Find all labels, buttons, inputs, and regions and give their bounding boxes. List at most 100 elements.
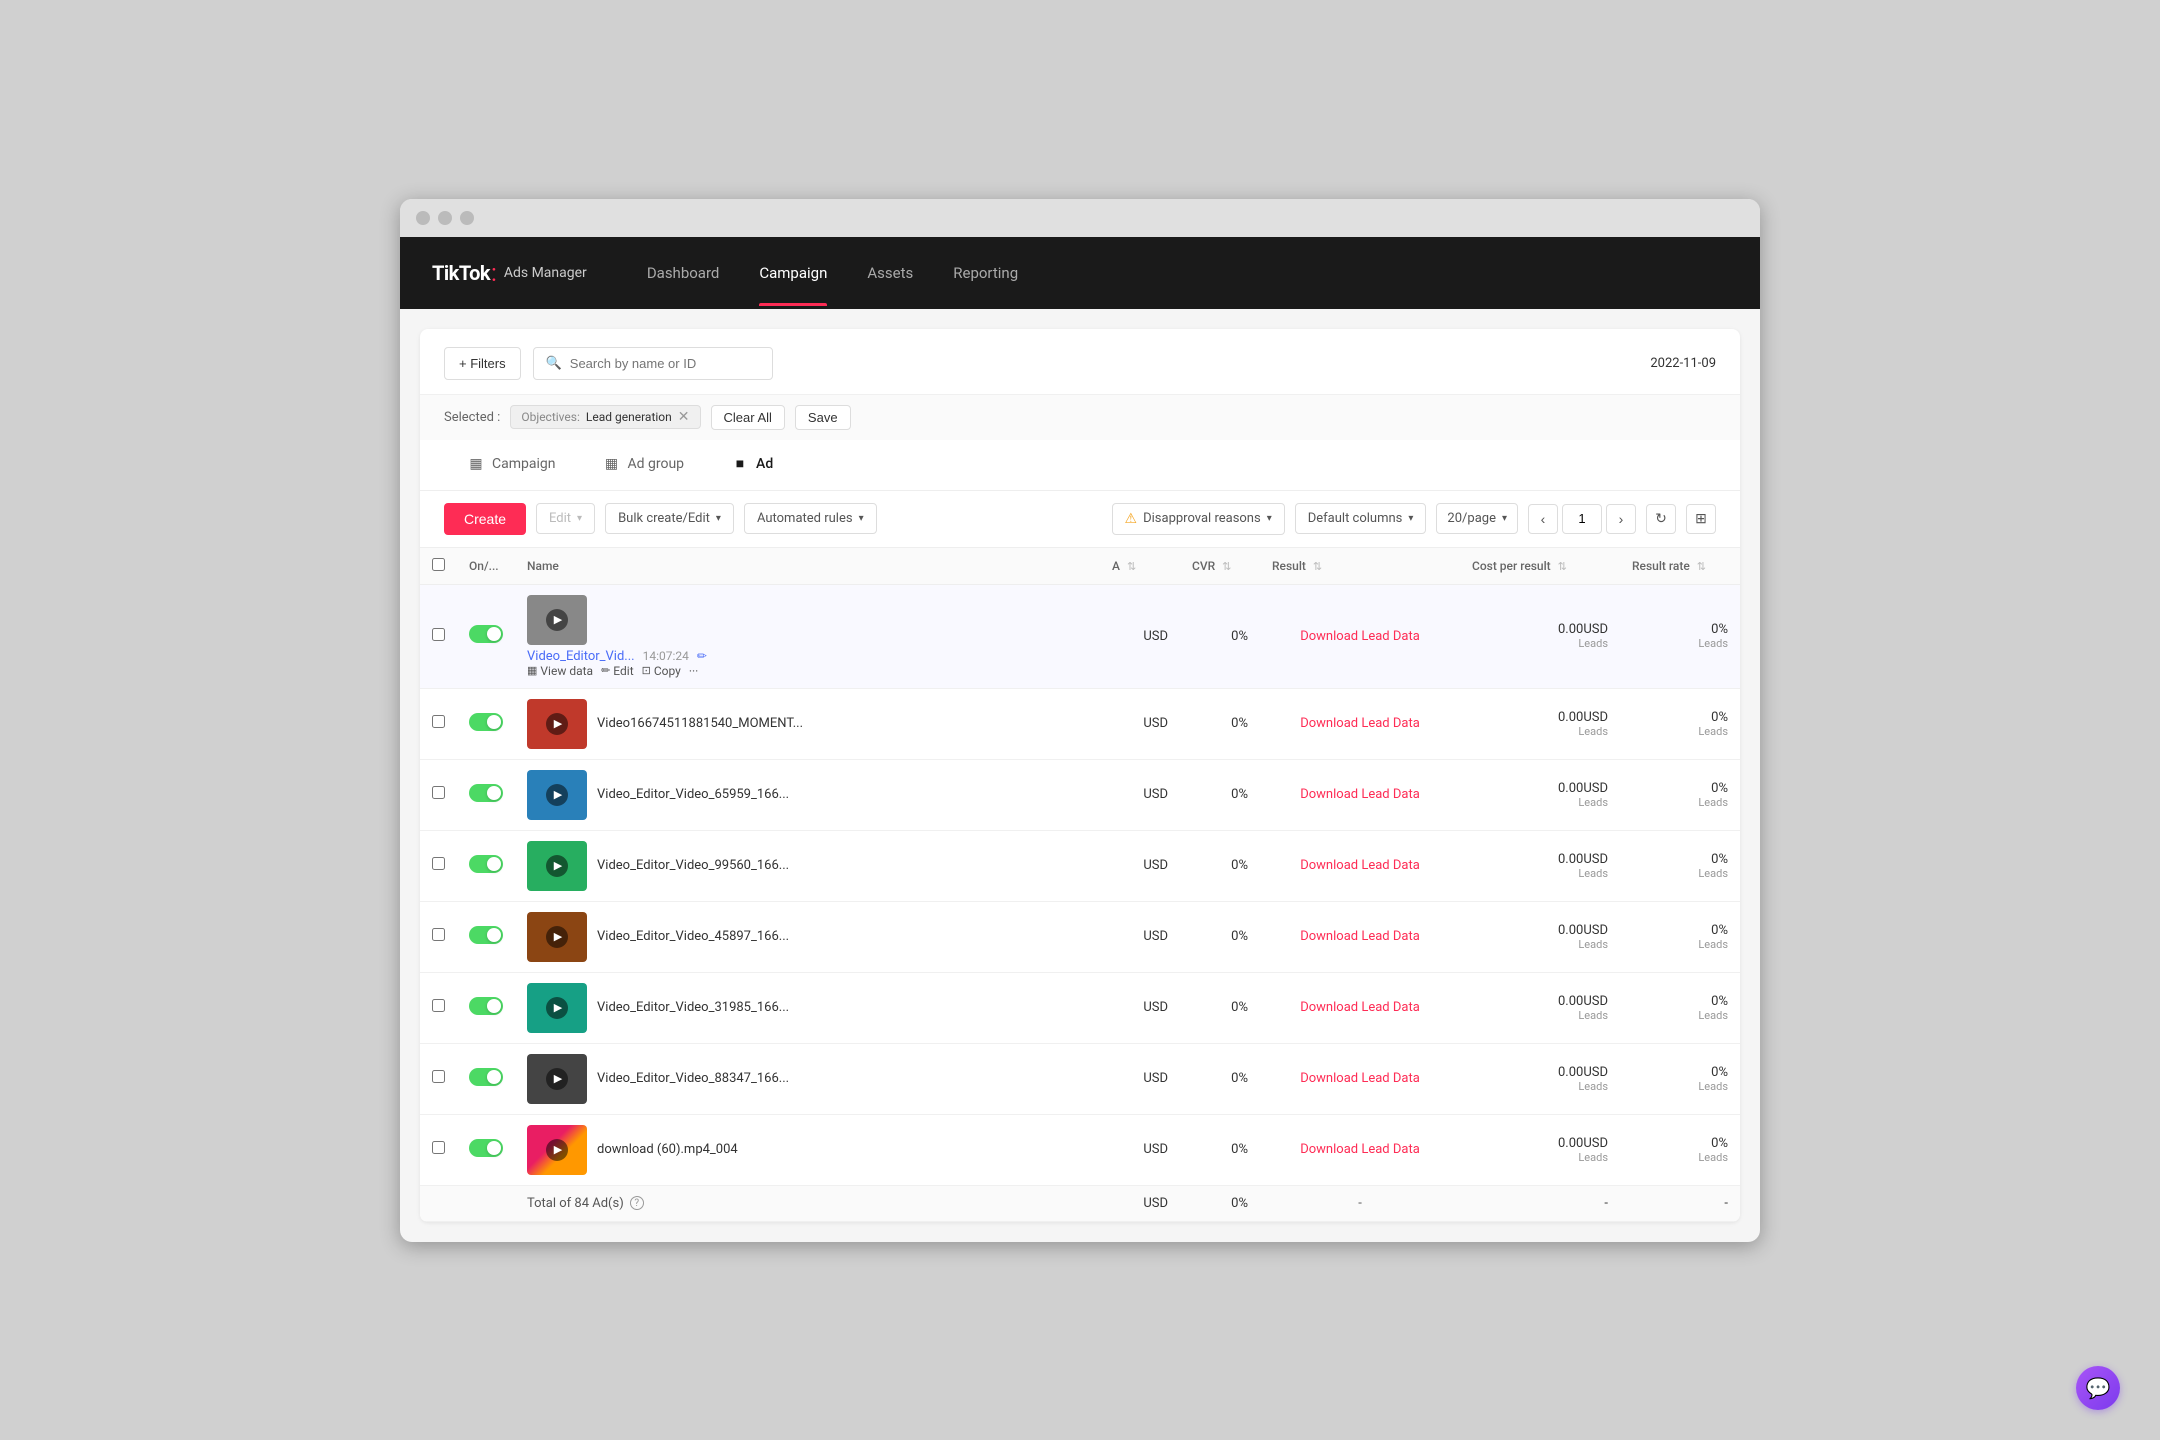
cvr-val-2: 0%	[1192, 787, 1248, 802]
th-cost-label: Cost per result	[1472, 559, 1551, 573]
rate-val-7: 0%	[1632, 1136, 1728, 1151]
copy-action-0[interactable]: ⊡ Copy	[642, 664, 681, 678]
th-cvr-label: CVR	[1192, 559, 1215, 573]
clear-all-button[interactable]: Clear All	[711, 405, 785, 430]
row-checkbox-7[interactable]	[432, 1141, 445, 1154]
cost-sub-6: Leads	[1472, 1080, 1608, 1093]
tab-ad[interactable]: ■ Ad	[708, 440, 797, 490]
download-link-5[interactable]: Download Lead Data	[1300, 1000, 1420, 1015]
more-action-0[interactable]: ···	[689, 664, 698, 678]
browser-chrome	[400, 199, 1760, 237]
ad-edit-pencil-0[interactable]: ✏	[697, 649, 707, 663]
toggle-0[interactable]	[469, 625, 503, 643]
disapproval-chevron-icon: ▾	[1267, 513, 1272, 524]
toggle-2[interactable]	[469, 784, 503, 802]
chat-bubble[interactable]: 💬	[2076, 1366, 2120, 1410]
table-row: ▶ download (60).mp4_004 USD 0% Download …	[420, 1114, 1740, 1185]
refresh-button[interactable]: ↻	[1646, 504, 1676, 534]
table-scroll: On/... Name A ⇅ CVR ⇅	[420, 548, 1740, 1222]
save-button[interactable]: Save	[795, 405, 851, 430]
row-checkbox-6[interactable]	[432, 1070, 445, 1083]
toggle-6[interactable]	[469, 1068, 503, 1086]
page-size-button[interactable]: 20/page ▾	[1436, 503, 1518, 534]
row-a-5: USD	[1100, 972, 1180, 1043]
row-checkbox-3[interactable]	[432, 857, 445, 870]
total-info-icon[interactable]: ?	[630, 1196, 644, 1210]
download-link-7[interactable]: Download Lead Data	[1300, 1142, 1420, 1157]
total-result: -	[1260, 1185, 1460, 1221]
auto-chevron-icon: ▾	[859, 513, 864, 524]
toggle-7[interactable]	[469, 1139, 503, 1157]
row-result-3: Download Lead Data	[1260, 830, 1460, 901]
edit-action-0[interactable]: ✏ Edit	[601, 664, 634, 678]
total-cvr-val: 0%	[1192, 1196, 1248, 1211]
cost-val-5: 0.00USD	[1472, 994, 1608, 1009]
row-select-5	[420, 972, 457, 1043]
default-columns-button[interactable]: Default columns ▾	[1295, 503, 1427, 534]
download-link-3[interactable]: Download Lead Data	[1300, 858, 1420, 873]
row-toggle-7	[457, 1114, 515, 1185]
row-rate-5: 0% Leads	[1620, 972, 1740, 1043]
pagination: ‹ ›	[1528, 504, 1636, 534]
row-checkbox-5[interactable]	[432, 999, 445, 1012]
ad-name-link-0[interactable]: Video_Editor_Vid...	[527, 649, 635, 664]
prev-page-button[interactable]: ‹	[1528, 504, 1558, 534]
download-link-6[interactable]: Download Lead Data	[1300, 1071, 1420, 1086]
row-checkbox-0[interactable]	[432, 628, 445, 641]
download-link-2[interactable]: Download Lead Data	[1300, 787, 1420, 802]
ad-actions-0: ▦ View data ✏ Edit	[527, 664, 1088, 678]
download-link-1[interactable]: Download Lead Data	[1300, 716, 1420, 731]
row-name-5: ▶ Video_Editor_Video_31985_166...	[515, 972, 1100, 1043]
thumb-0: ▶	[527, 595, 587, 645]
next-page-button[interactable]: ›	[1606, 504, 1636, 534]
cost-sub-7: Leads	[1472, 1151, 1608, 1164]
tab-campaign[interactable]: ▦ Campaign	[444, 440, 579, 490]
toggle-4[interactable]	[469, 926, 503, 944]
rate-sub-6: Leads	[1632, 1080, 1728, 1093]
row-select-3	[420, 830, 457, 901]
toggle-1[interactable]	[469, 713, 503, 731]
cost-val-1: 0.00USD	[1472, 710, 1608, 725]
total-cost-val: -	[1472, 1196, 1608, 1211]
edit-icon-0: ✏	[601, 664, 610, 677]
row-cost-6: 0.00USD Leads	[1460, 1043, 1620, 1114]
row-checkbox-4[interactable]	[432, 928, 445, 941]
row-toggle-5	[457, 972, 515, 1043]
automated-rules-button[interactable]: Automated rules ▾	[744, 503, 877, 534]
filters-button[interactable]: + Filters	[444, 347, 521, 380]
nav-dashboard[interactable]: Dashboard	[647, 240, 720, 306]
cost-val-6: 0.00USD	[1472, 1065, 1608, 1080]
search-input[interactable]	[570, 356, 760, 371]
th-result: Result ⇅	[1260, 548, 1460, 585]
logo-tiktok: TikTok	[432, 261, 490, 285]
total-a: USD	[1100, 1185, 1180, 1221]
disapproval-button[interactable]: ⚠ Disapproval reasons ▾	[1112, 503, 1285, 535]
row-checkbox-1[interactable]	[432, 715, 445, 728]
row-checkbox-2[interactable]	[432, 786, 445, 799]
cost-val-2: 0.00USD	[1472, 781, 1608, 796]
download-link-4[interactable]: Download Lead Data	[1300, 929, 1420, 944]
nav-campaign[interactable]: Campaign	[759, 240, 827, 306]
toggle-3[interactable]	[469, 855, 503, 873]
ad-name-row-0: Video_Editor_Vid... 14:07:24 ✏	[527, 649, 1088, 664]
view-data-action-0[interactable]: ▦ View data	[527, 664, 593, 678]
total-cvr: 0%	[1180, 1185, 1260, 1221]
export-button[interactable]: ⊞	[1686, 504, 1716, 534]
edit-button[interactable]: Edit ▾	[536, 503, 595, 534]
rate-val-0: 0%	[1632, 622, 1728, 637]
date-display[interactable]: 2022-11-09	[1650, 356, 1716, 371]
filter-tag-remove[interactable]: ✕	[678, 410, 690, 424]
download-link-0[interactable]: Download Lead Data	[1300, 629, 1420, 644]
toggle-5[interactable]	[469, 997, 503, 1015]
tab-adgroup[interactable]: ▦ Ad group	[579, 440, 708, 490]
select-all-checkbox[interactable]	[432, 558, 445, 571]
row-cvr-6: 0%	[1180, 1043, 1260, 1114]
nav-assets[interactable]: Assets	[867, 240, 913, 306]
create-button[interactable]: Create	[444, 503, 526, 535]
sort-cvr-icon: ⇅	[1222, 560, 1231, 573]
nav-reporting[interactable]: Reporting	[953, 240, 1018, 306]
rate-val-1: 0%	[1632, 710, 1728, 725]
play-overlay-0: ▶	[546, 609, 568, 631]
bulk-create-button[interactable]: Bulk create/Edit ▾	[605, 503, 734, 534]
page-input[interactable]	[1562, 504, 1602, 534]
